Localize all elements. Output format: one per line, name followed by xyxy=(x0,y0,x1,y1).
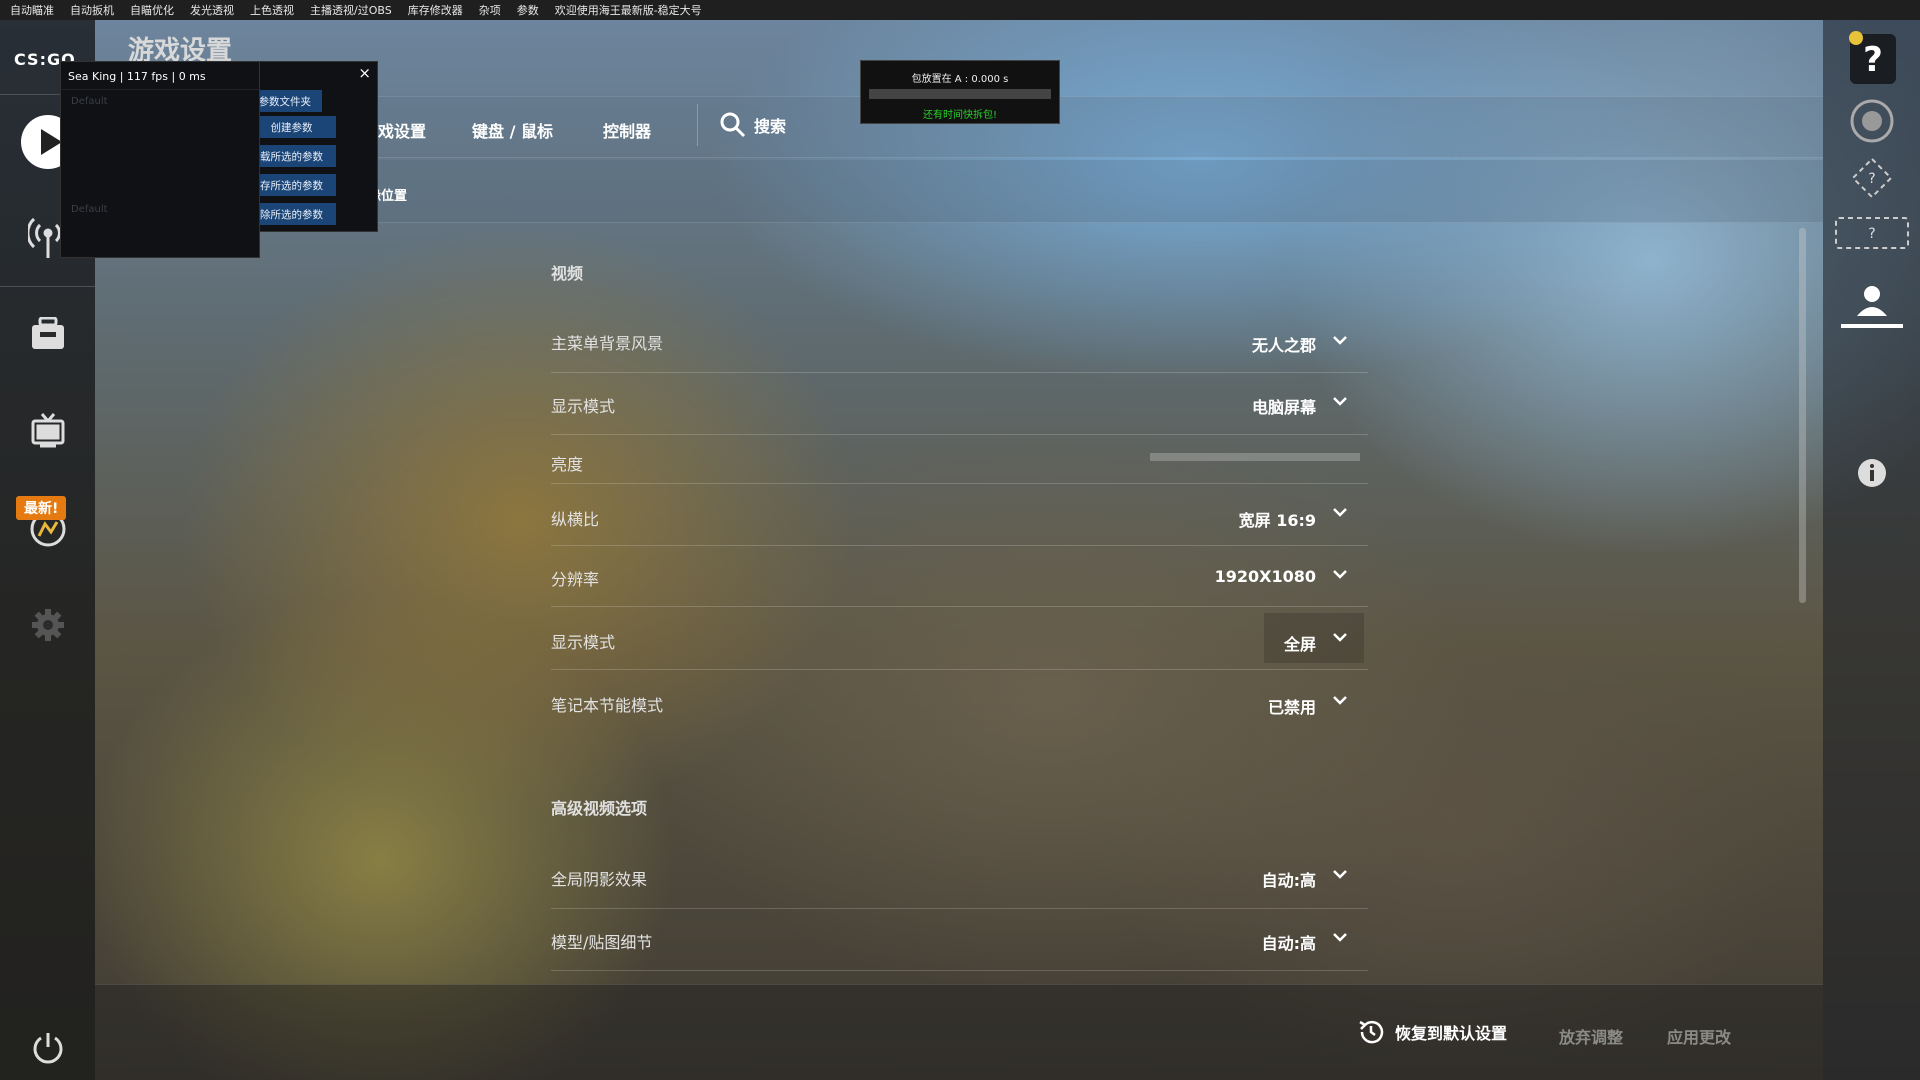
svg-text:?: ? xyxy=(1863,40,1883,80)
setting-row[interactable]: 显示模式 电脑屏幕 xyxy=(551,373,1368,435)
bomb-timer: 包放置在 A : 0.000 s 还有时间快拆包! xyxy=(860,60,1060,124)
menu-item-misc[interactable]: 杂项 xyxy=(479,2,501,18)
setting-value[interactable]: 自动:高 xyxy=(1262,867,1316,891)
setting-value[interactable]: 全屏 xyxy=(1284,631,1316,655)
bomb-timer-bar xyxy=(869,89,1051,99)
menu-item-trigger[interactable]: 自动扳机 xyxy=(70,2,114,18)
setting-value[interactable]: 自动:高 xyxy=(1262,930,1316,954)
chevron-down-icon[interactable] xyxy=(1332,931,1348,943)
unknown-rank-icon[interactable]: ? xyxy=(1823,156,1920,200)
overlay-title: Sea King | 117 fps | 0 ms xyxy=(61,62,259,90)
user-icon[interactable] xyxy=(1823,282,1920,330)
menu-item-aim-opt[interactable]: 自瞄优化 xyxy=(130,2,174,18)
setting-label: 模型/贴图细节 xyxy=(551,933,653,952)
menu-item-chams[interactable]: 上色透视 xyxy=(250,2,294,18)
load-config-button[interactable]: 载所选的参数 xyxy=(247,145,336,167)
watch-icon[interactable] xyxy=(0,412,95,448)
setting-row[interactable]: 亮度 xyxy=(551,435,1368,484)
setting-label: 分辨率 xyxy=(551,570,600,589)
sidebar-divider xyxy=(0,286,95,287)
settings-scrollbar[interactable] xyxy=(1799,228,1806,603)
setting-label: 纵横比 xyxy=(551,510,600,529)
unknown-rank-box-icon[interactable]: ? xyxy=(1823,216,1920,250)
setting-value[interactable]: 无人之郡 xyxy=(1252,332,1316,356)
setting-value[interactable]: 1920X1080 xyxy=(1215,567,1316,586)
new-badge: 最新! xyxy=(16,496,67,520)
tab-keyboard-mouse[interactable]: 键盘 / 鼠标 xyxy=(472,118,553,142)
search-label: 搜索 xyxy=(754,117,787,136)
setting-row[interactable]: 笔记本节能模式 已禁用 xyxy=(551,670,1368,732)
tab-controller[interactable]: 控制器 xyxy=(603,118,651,142)
chevron-down-icon[interactable] xyxy=(1332,631,1348,643)
chevron-down-icon[interactable] xyxy=(1332,395,1348,407)
right-panel: ? ? ? xyxy=(1823,20,1920,1080)
save-config-button[interactable]: 存所选的参数 xyxy=(247,174,336,196)
top-menu-bar: 自动瞄准 自动扳机 自瞄优化 发光透视 上色透视 主播透视/过OBS 库存修改器… xyxy=(0,0,1920,20)
setting-value[interactable]: 电脑屏幕 xyxy=(1252,394,1316,418)
apply-changes-button[interactable]: 应用更改 xyxy=(1667,1024,1731,1048)
tab-separator xyxy=(697,104,698,146)
search-icon xyxy=(720,112,746,138)
section-title-video: 视频 xyxy=(551,264,584,283)
setting-row[interactable]: 分辨率 1920X1080 xyxy=(551,546,1368,607)
history-icon xyxy=(1359,1020,1384,1044)
svg-text:?: ? xyxy=(1868,226,1875,242)
setting-label: 显示模式 xyxy=(551,633,616,652)
brightness-slider[interactable] xyxy=(1150,453,1360,461)
setting-label: 全局阴影效果 xyxy=(551,870,648,889)
close-icon[interactable]: × xyxy=(358,64,371,82)
setting-row[interactable]: 主菜单背景风景 无人之郡 xyxy=(551,312,1368,373)
setting-label: 笔记本节能模式 xyxy=(551,696,664,715)
reset-defaults-label: 恢复到默认设置 xyxy=(1395,1024,1508,1043)
menu-item-config[interactable]: 参数 xyxy=(517,2,539,18)
config-panel: × 开参数文件夹 创建参数 载所选的参数 存所选的参数 除所选的参数 xyxy=(237,61,378,232)
menu-welcome-text: 欢迎使用海王最新版-稳定大号 xyxy=(554,4,702,17)
discard-changes-button[interactable]: 放弃调整 xyxy=(1559,1024,1623,1048)
menu-item-glow[interactable]: 发光透视 xyxy=(190,2,234,18)
setting-label: 显示模式 xyxy=(551,397,616,416)
config-list-item[interactable]: Default xyxy=(71,96,108,107)
chevron-down-icon[interactable] xyxy=(1332,334,1348,346)
bomb-timer-status: 还有时间快拆包! xyxy=(922,110,997,121)
menu-item-inventory[interactable]: 库存修改器 xyxy=(408,2,463,18)
delete-config-button[interactable]: 除所选的参数 xyxy=(247,203,336,225)
svg-text:?: ? xyxy=(1868,171,1875,187)
settings-icon[interactable] xyxy=(0,607,95,643)
inventory-icon[interactable] xyxy=(0,317,95,351)
section-title-advanced: 高级视频选项 xyxy=(551,799,648,818)
menu-item-streamer[interactable]: 主播透视/过OBS xyxy=(310,2,392,18)
setting-label: 主菜单背景风景 xyxy=(551,334,664,353)
setting-row[interactable]: 模型/贴图细节 自动:高 xyxy=(551,909,1368,971)
config-list-item[interactable]: Default xyxy=(71,204,108,215)
setting-row[interactable]: 纵横比 宽屏 16:9 xyxy=(551,484,1368,546)
chevron-down-icon[interactable] xyxy=(1332,568,1348,580)
create-config-button[interactable]: 创建参数 xyxy=(247,116,336,138)
info-icon[interactable] xyxy=(1823,458,1920,488)
bomb-timer-title: 包放置在 A : 0.000 s xyxy=(911,74,1009,85)
power-icon[interactable] xyxy=(0,1030,95,1066)
chevron-down-icon[interactable] xyxy=(1332,694,1348,706)
menu-item-aim[interactable]: 自动瞄准 xyxy=(10,2,54,18)
chevron-down-icon[interactable] xyxy=(1332,506,1348,518)
help-icon[interactable]: ? xyxy=(1823,30,1920,86)
reset-defaults-button[interactable]: 恢复到默认设置 xyxy=(1357,1018,1507,1046)
setting-value[interactable]: 宽屏 16:9 xyxy=(1239,507,1316,531)
setting-row[interactable]: 全局阴影效果 自动:高 xyxy=(551,846,1368,909)
setting-row[interactable]: 显示模式 全屏 xyxy=(551,607,1368,670)
setting-value[interactable]: 已禁用 xyxy=(1268,694,1316,718)
setting-label: 亮度 xyxy=(551,455,584,474)
cheat-overlay-window: Sea King | 117 fps | 0 ms Default Defaul… xyxy=(60,61,260,258)
rank-icon[interactable] xyxy=(1823,96,1920,146)
search-tab[interactable]: 搜索 xyxy=(720,112,786,138)
chevron-down-icon[interactable] xyxy=(1332,868,1348,880)
